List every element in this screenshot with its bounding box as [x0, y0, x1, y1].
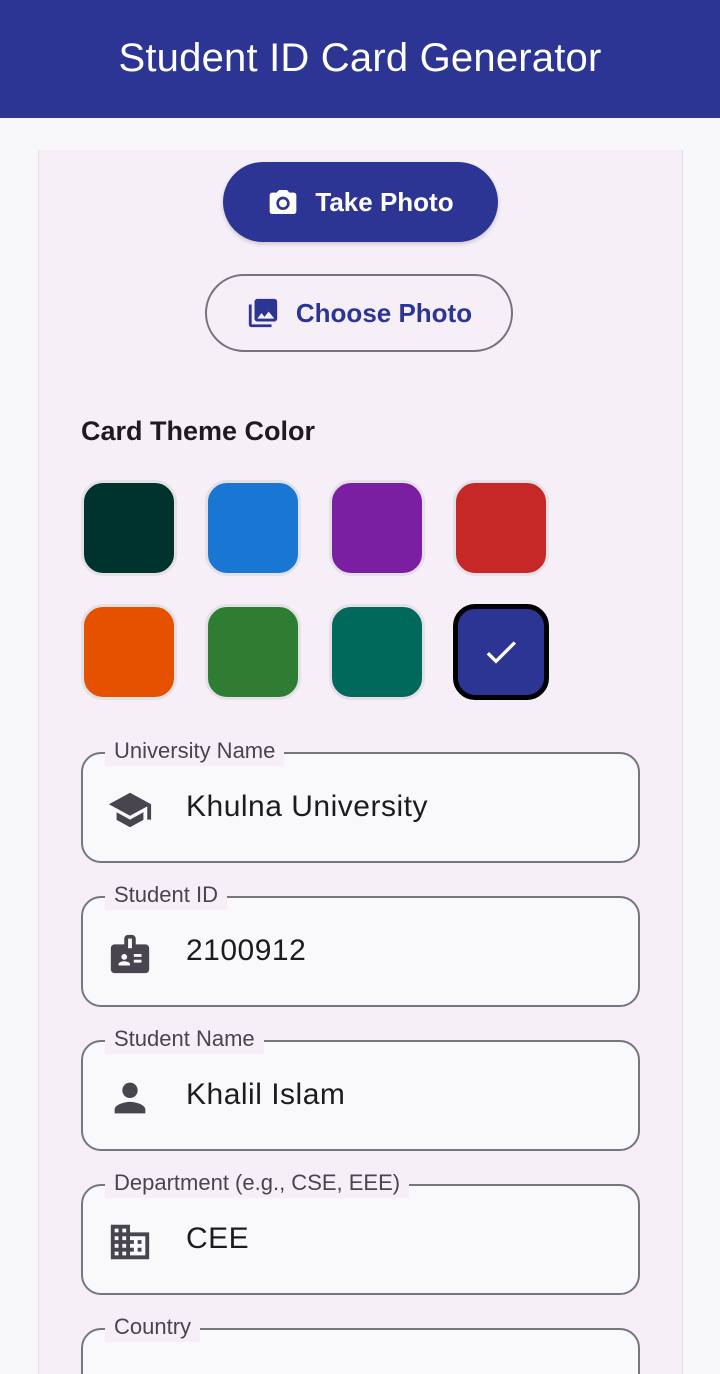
school-icon: [107, 787, 153, 833]
choose-photo-label: Choose Photo: [295, 297, 473, 328]
form-card: Take Photo Choose Photo Card Theme Color…: [38, 150, 683, 1374]
color-swatch[interactable]: [81, 604, 177, 700]
student-id-label: Student ID: [105, 880, 227, 910]
person-icon: [107, 1075, 153, 1121]
student-name-label: Student Name: [105, 1024, 264, 1054]
app-bar: Student ID Card Generator: [0, 0, 720, 118]
choose-photo-button[interactable]: Choose Photo: [205, 274, 513, 352]
color-swatch[interactable]: [205, 480, 301, 576]
take-photo-label: Take Photo: [315, 186, 454, 217]
color-swatch[interactable]: [81, 480, 177, 576]
university-name-input[interactable]: Khulna University: [186, 790, 428, 824]
app-title: Student ID Card Generator: [118, 35, 602, 80]
take-photo-button[interactable]: Take Photo: [223, 162, 498, 242]
department-input[interactable]: CEE: [186, 1222, 249, 1256]
check-icon: [481, 632, 521, 672]
color-swatch-selected[interactable]: [453, 604, 549, 700]
country-field[interactable]: Country: [81, 1312, 640, 1374]
country-label: Country: [105, 1312, 201, 1342]
theme-section-title: Card Theme Color: [81, 416, 316, 446]
student-id-input[interactable]: 2100912: [186, 934, 306, 968]
photo-library-icon: [246, 296, 280, 330]
department-label: Department (e.g., CSE, EEE): [105, 1168, 410, 1198]
badge-icon: [107, 931, 153, 977]
color-swatch[interactable]: [453, 480, 549, 576]
building-icon: [107, 1219, 153, 1265]
student-name-field[interactable]: Student Name Khalil Islam: [81, 1024, 640, 1151]
color-swatch[interactable]: [329, 604, 425, 700]
student-id-field[interactable]: Student ID 2100912: [81, 880, 640, 1007]
color-swatch[interactable]: [205, 604, 301, 700]
university-name-field[interactable]: University Name Khulna University: [81, 736, 640, 863]
student-name-input[interactable]: Khalil Islam: [186, 1078, 345, 1112]
camera-icon: [267, 186, 299, 218]
department-field[interactable]: Department (e.g., CSE, EEE) CEE: [81, 1168, 640, 1295]
university-name-label: University Name: [105, 736, 285, 766]
color-swatch[interactable]: [329, 480, 425, 576]
